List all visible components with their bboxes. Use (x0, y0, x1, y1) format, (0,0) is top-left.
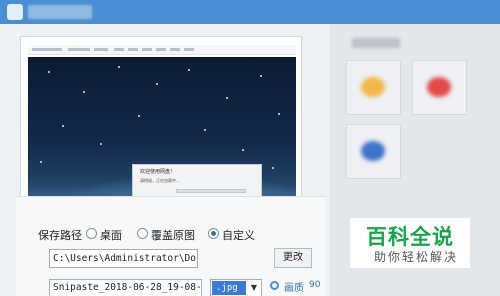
gear-icon (270, 281, 279, 290)
welcome-progress-bar (176, 189, 246, 193)
radio-custom[interactable] (208, 228, 219, 239)
extension-select[interactable]: .jpg ▼ (210, 279, 262, 296)
save-settings-panel: 保存路径 桌面 覆盖原图 自定义 C:\Users\Administrator\… (16, 196, 326, 296)
radio-overwrite-label[interactable]: 覆盖原图 (151, 227, 195, 243)
save-path-input[interactable]: C:\Users\Administrator\Docum (49, 249, 198, 268)
app-icon (7, 4, 23, 20)
filename-input[interactable]: Snipaste_2018-06-28_19-08-15_ (49, 279, 202, 296)
change-path-button[interactable]: 更改 (274, 248, 312, 268)
watermark-logo: 百科全说 助你轻松解决 (350, 218, 470, 268)
radio-desktop[interactable] (86, 228, 97, 239)
quality-label: 画质 (284, 283, 304, 294)
window-title (28, 5, 92, 19)
welcome-text: 请稍候，正在加载中... (140, 178, 180, 183)
quality-value[interactable]: 90 (309, 280, 320, 290)
save-path-label: 保存路径 (38, 229, 82, 242)
extension-value: .jpg (212, 281, 246, 295)
radio-overwrite[interactable] (137, 228, 148, 239)
watermark-sub-text: 助你轻松解决 (374, 250, 459, 264)
chevron-down-icon: ▼ (250, 283, 257, 292)
preview-wallpaper: 欢迎使用网盘！ 请稍候，正在加载中... (28, 57, 296, 213)
radio-custom-label[interactable]: 自定义 (222, 227, 255, 243)
watermark-main-text: 百科全说 (366, 225, 454, 249)
image-preview: 欢迎使用网盘！ 请稍候，正在加载中... (20, 36, 302, 218)
radio-desktop-label[interactable]: 桌面 (100, 227, 122, 243)
title-bar (0, 0, 500, 24)
app-tile[interactable] (346, 124, 401, 179)
preview-welcome-dialog: 欢迎使用网盘！ 请稍候，正在加载中... (132, 164, 262, 198)
app-tile[interactable] (412, 60, 467, 115)
right-pane-heading (352, 38, 400, 48)
preview-browser-bar (28, 45, 296, 55)
welcome-title: 欢迎使用网盘！ (140, 169, 176, 175)
app-tile[interactable] (346, 60, 401, 115)
